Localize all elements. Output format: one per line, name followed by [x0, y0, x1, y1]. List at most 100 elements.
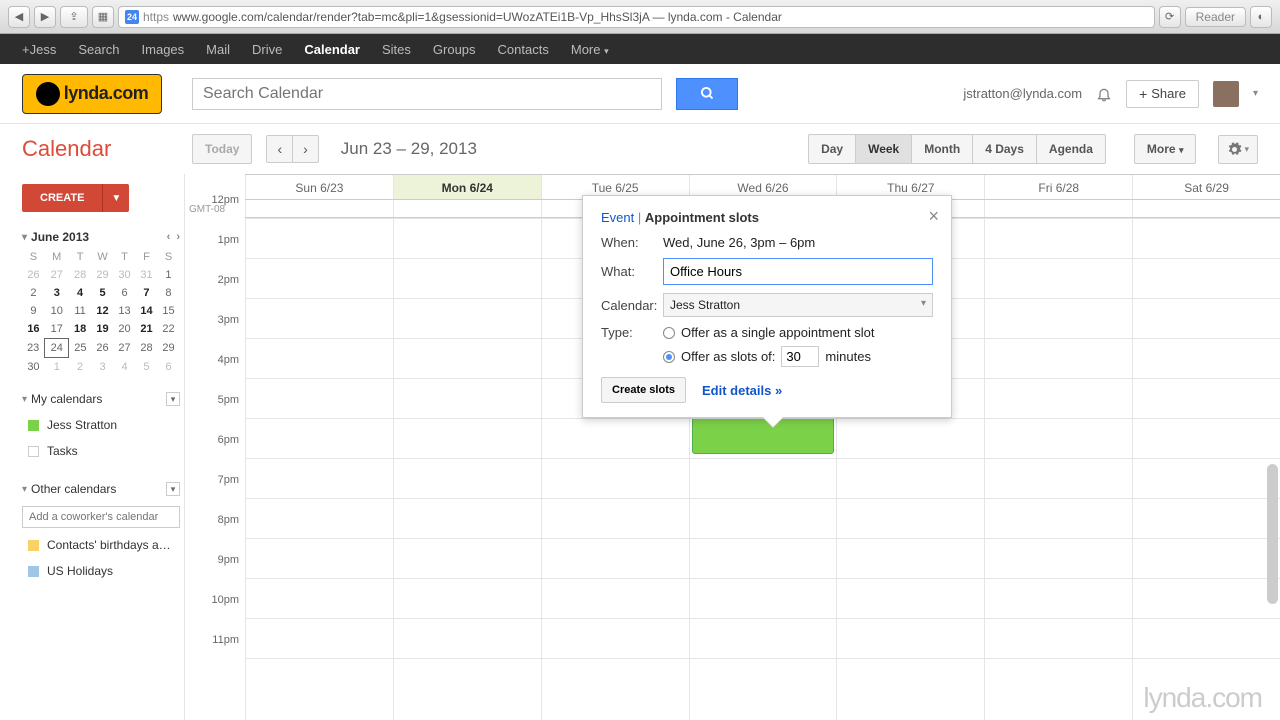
mini-day[interactable]: 17 [45, 320, 69, 339]
day-header[interactable]: Fri 6/28 [984, 175, 1132, 199]
mini-day[interactable]: 29 [92, 266, 114, 284]
mini-day[interactable]: 30 [22, 358, 45, 377]
view-4-days[interactable]: 4 Days [973, 134, 1037, 164]
mini-day[interactable]: 21 [136, 320, 158, 339]
user-email[interactable]: jstratton@lynda.com [963, 86, 1082, 101]
mini-day[interactable]: 16 [22, 320, 45, 339]
nav-groups[interactable]: Groups [433, 42, 476, 57]
mini-day[interactable]: 15 [157, 302, 179, 320]
mini-day[interactable]: 3 [45, 284, 69, 302]
mini-day[interactable]: 26 [22, 266, 45, 284]
mini-day[interactable]: 19 [92, 320, 114, 339]
slot-duration-input[interactable] [781, 346, 819, 367]
mini-day[interactable]: 7 [136, 284, 158, 302]
other-calendars-header[interactable]: ▾ Other calendars ▾ [22, 476, 180, 502]
mini-day[interactable]: 18 [69, 320, 92, 339]
nav-contacts[interactable]: Contacts [498, 42, 549, 57]
mini-day[interactable]: 29 [157, 339, 179, 358]
tab-event[interactable]: Event [601, 210, 634, 225]
mini-day[interactable]: 28 [136, 339, 158, 358]
mini-calendar[interactable]: SMTWTFS262728293031123456789101112131415… [22, 248, 180, 376]
mini-day[interactable]: 1 [157, 266, 179, 284]
mini-day[interactable]: 6 [114, 284, 136, 302]
more-button[interactable]: More ▾ [1134, 134, 1197, 164]
create-slots-button[interactable]: Create slots [601, 377, 686, 403]
mini-day[interactable]: 4 [69, 284, 92, 302]
edit-details-link[interactable]: Edit details » [702, 383, 782, 398]
add-calendar-input[interactable] [22, 506, 180, 528]
create-button[interactable]: CREATE [22, 184, 102, 212]
view-agenda[interactable]: Agenda [1037, 134, 1106, 164]
reload-button[interactable]: ⟳ [1159, 6, 1181, 28]
nav-mail[interactable]: Mail [206, 42, 230, 57]
mini-prev[interactable]: ‹ [167, 231, 171, 243]
collapse-icon[interactable]: ▾ [22, 232, 27, 243]
calendar-item[interactable]: Jess Stratton [22, 412, 180, 438]
avatar[interactable] [1213, 81, 1239, 107]
reader-button[interactable]: Reader [1185, 7, 1246, 27]
mini-day[interactable]: 22 [157, 320, 179, 339]
nav-sites[interactable]: Sites [382, 42, 411, 57]
mini-day[interactable]: 12 [92, 302, 114, 320]
mini-day[interactable]: 2 [22, 284, 45, 302]
browser-settings-button[interactable]: ◐ [1250, 6, 1272, 28]
day-column[interactable] [393, 218, 541, 720]
calendar-item[interactable]: Tasks [22, 438, 180, 464]
mini-day[interactable]: 2 [69, 358, 92, 377]
mini-day[interactable]: 27 [45, 266, 69, 284]
day-column[interactable] [245, 218, 393, 720]
day-header[interactable]: Sat 6/29 [1132, 175, 1280, 199]
address-bar[interactable]: 24 https www.google.com/calendar/render?… [118, 6, 1155, 28]
radio-single[interactable] [663, 327, 675, 339]
day-column[interactable] [984, 218, 1132, 720]
sidebar-browser-button[interactable]: ▦ [92, 6, 114, 28]
day-header[interactable]: Sun 6/23 [245, 175, 393, 199]
radio-slots[interactable] [663, 351, 675, 363]
calendar-select[interactable]: Jess Stratton [663, 293, 933, 317]
today-button[interactable]: Today [192, 134, 252, 164]
bell-icon[interactable] [1096, 86, 1112, 102]
view-month[interactable]: Month [912, 134, 973, 164]
settings-button[interactable]: ▾ [1218, 135, 1258, 164]
nav-calendar[interactable]: Calendar [304, 42, 360, 57]
my-calendars-header[interactable]: ▾ My calendars ▾ [22, 386, 180, 412]
mini-day[interactable]: 14 [136, 302, 158, 320]
share-browser-button[interactable]: ⇪ [60, 6, 88, 28]
nav-jess[interactable]: +Jess [22, 42, 56, 57]
mini-day[interactable]: 23 [22, 339, 45, 358]
view-day[interactable]: Day [808, 134, 856, 164]
view-week[interactable]: Week [856, 134, 912, 164]
day-header[interactable]: Mon 6/24 [393, 175, 541, 199]
mini-day[interactable]: 26 [92, 339, 114, 358]
mini-day[interactable]: 6 [157, 358, 179, 377]
mini-day[interactable]: 25 [69, 339, 92, 358]
section-menu-icon[interactable]: ▾ [166, 482, 180, 496]
mini-day[interactable]: 9 [22, 302, 45, 320]
mini-day[interactable]: 31 [136, 266, 158, 284]
mini-day[interactable]: 4 [114, 358, 136, 377]
mini-day[interactable]: 13 [114, 302, 136, 320]
mini-next[interactable]: › [176, 231, 180, 243]
mini-day[interactable]: 5 [136, 358, 158, 377]
mini-day[interactable]: 5 [92, 284, 114, 302]
tab-appointment-slots[interactable]: Appointment slots [645, 210, 759, 225]
nav-drive[interactable]: Drive [252, 42, 282, 57]
mini-day[interactable]: 28 [69, 266, 92, 284]
mini-day[interactable]: 20 [114, 320, 136, 339]
search-button[interactable] [676, 78, 738, 110]
nav-search[interactable]: Search [78, 42, 119, 57]
calendar-item[interactable]: US Holidays [22, 558, 180, 584]
create-dropdown[interactable]: ▼ [102, 184, 129, 212]
mini-day[interactable]: 1 [45, 358, 69, 377]
day-column[interactable] [1132, 218, 1280, 720]
mini-day[interactable]: 3 [92, 358, 114, 377]
share-button[interactable]: +Share [1126, 80, 1199, 108]
what-input[interactable] [663, 258, 933, 285]
account-dropdown-icon[interactable]: ▾ [1253, 88, 1258, 99]
back-button[interactable]: ◀ [8, 6, 30, 28]
nav-more[interactable]: More ▾ [571, 42, 609, 57]
search-input[interactable] [192, 78, 662, 110]
calendar-item[interactable]: Contacts' birthdays a… [22, 532, 180, 558]
prev-button[interactable]: ‹ [266, 135, 293, 163]
mini-day[interactable]: 11 [69, 302, 92, 320]
